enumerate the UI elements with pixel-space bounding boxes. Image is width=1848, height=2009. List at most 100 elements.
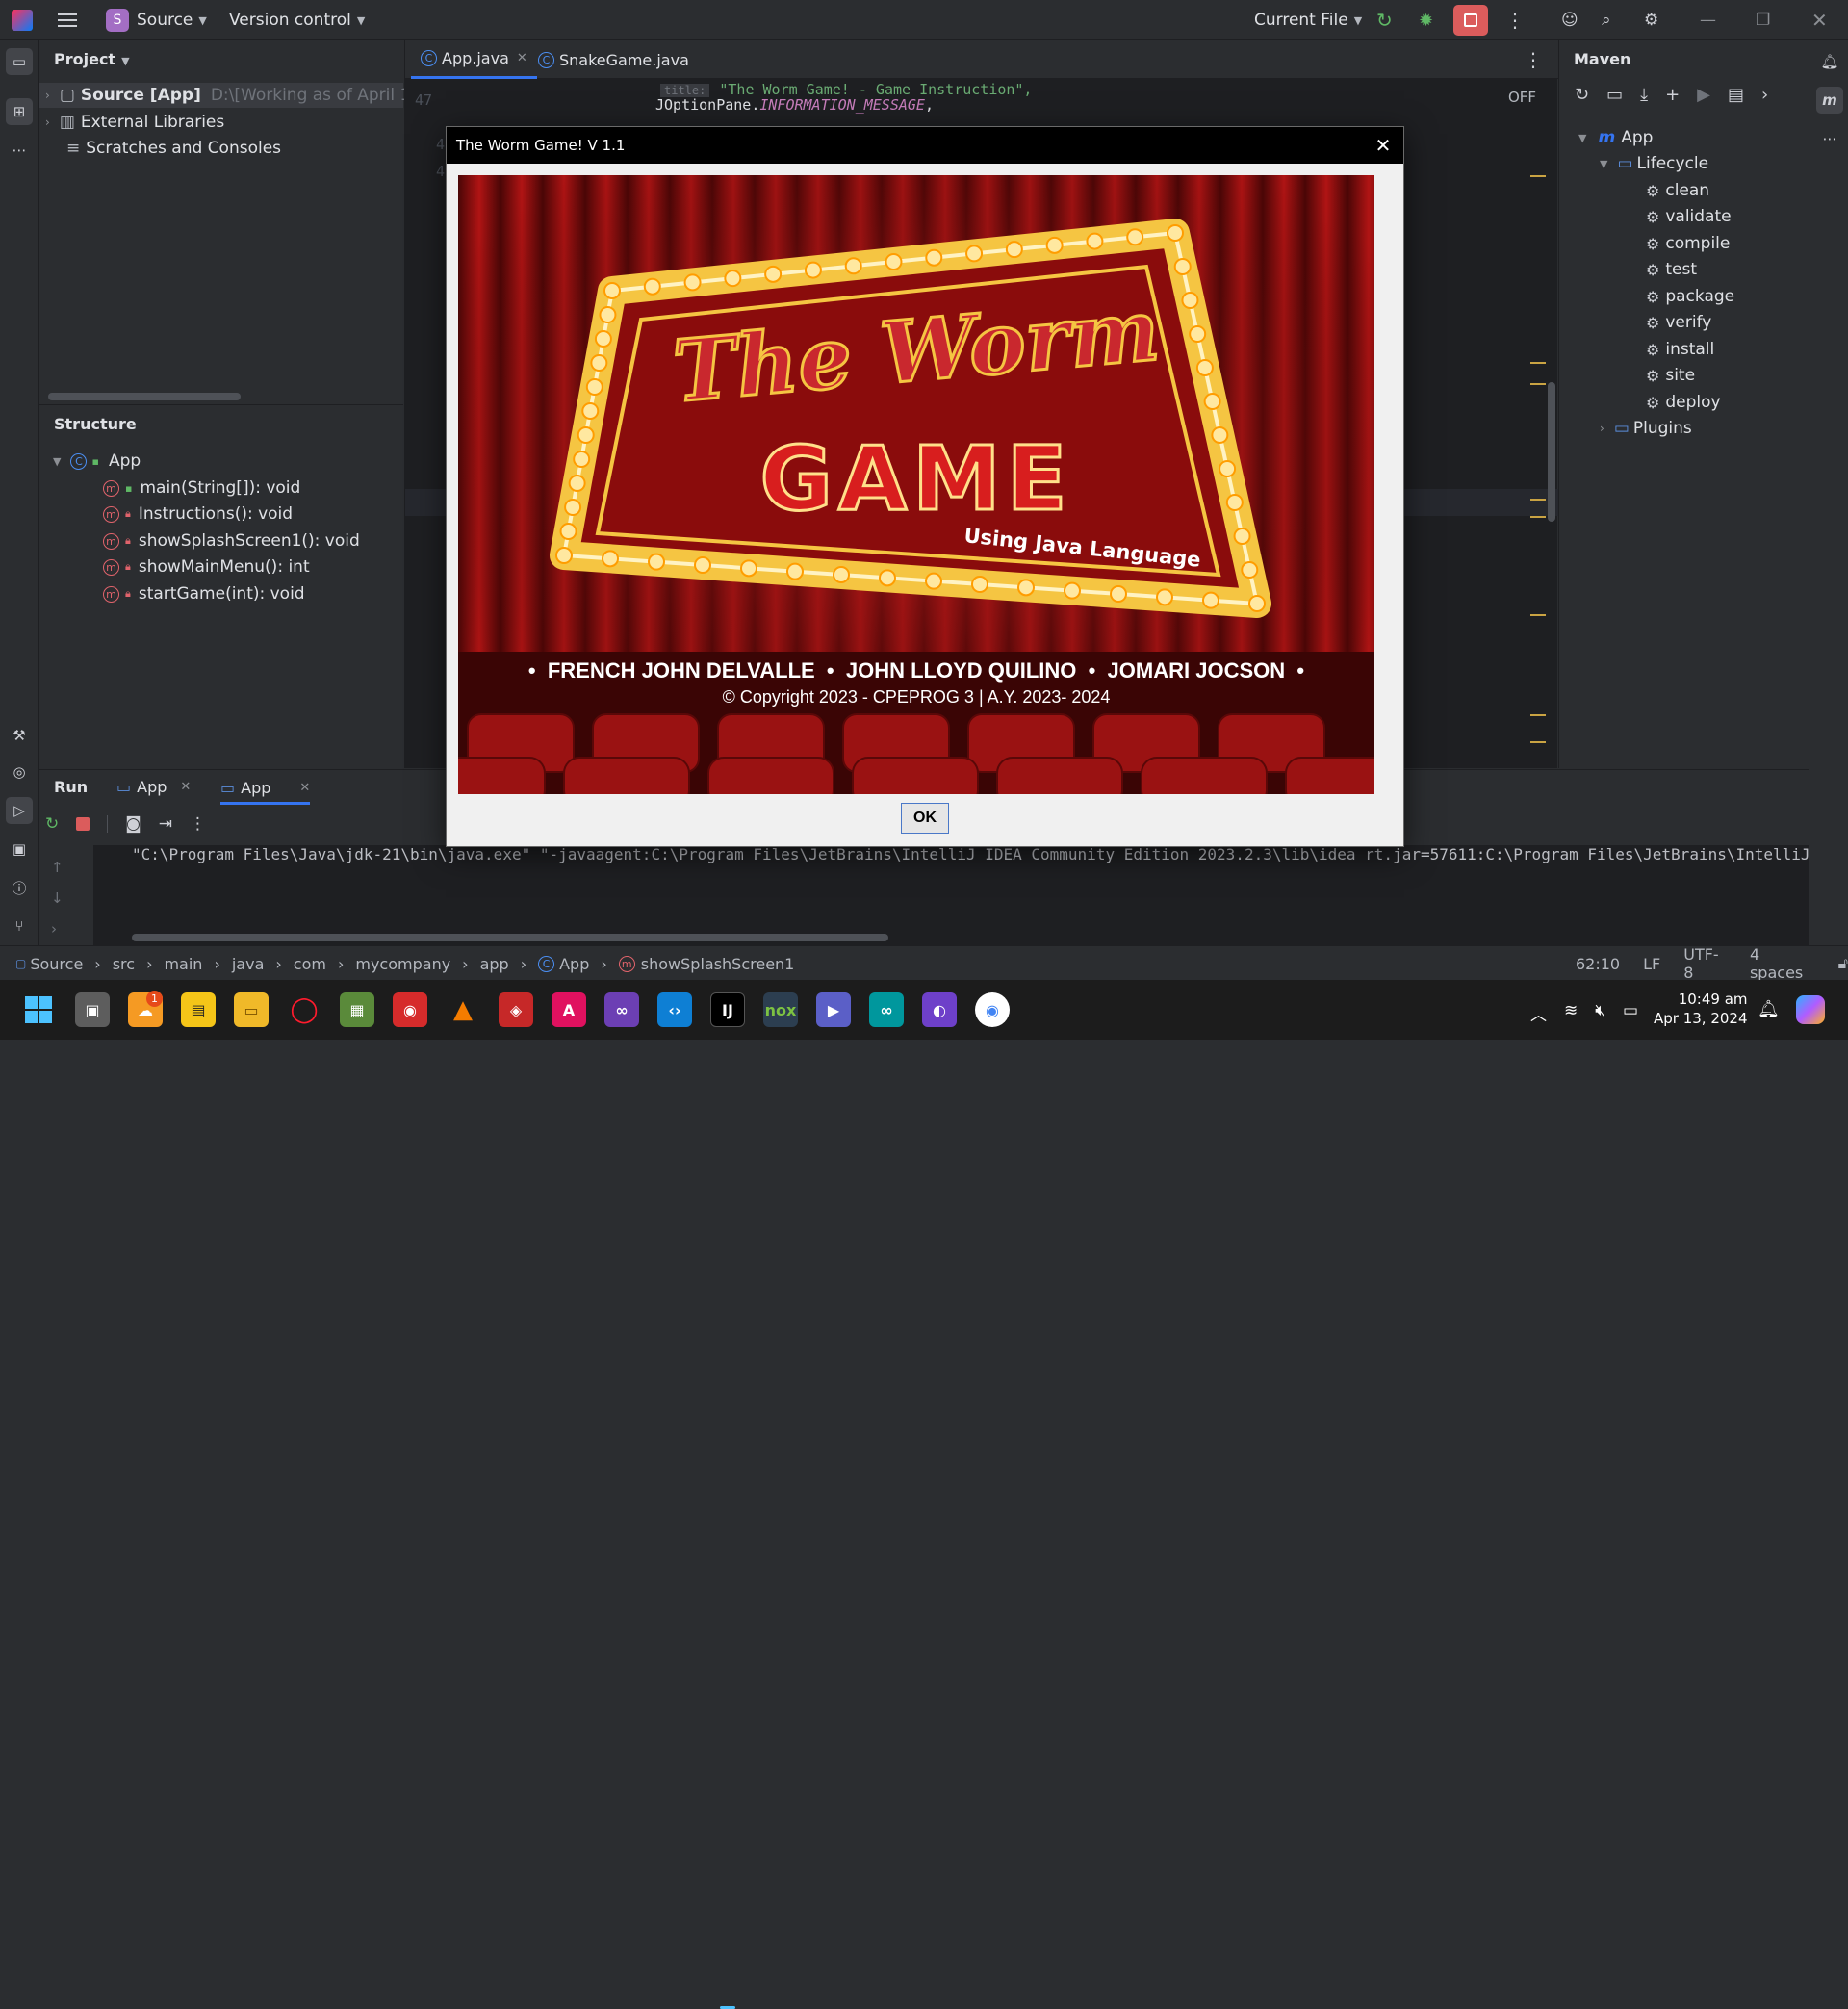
- breadcrumb-item[interactable]: main: [164, 955, 202, 973]
- structure-tool-icon[interactable]: ⊞: [6, 98, 33, 125]
- chevron-right-icon[interactable]: ›: [1761, 85, 1768, 105]
- structure-method[interactable]: m 🔒︎ startGame(int): void: [103, 581, 305, 606]
- stop-button[interactable]: [1453, 0, 1488, 40]
- more-tools-icon[interactable]: ⋯: [1816, 125, 1843, 152]
- maven-goal[interactable]: ⚙ package: [1646, 284, 1734, 309]
- app-icon[interactable]: ▶: [816, 992, 851, 1027]
- console-output[interactable]: "C:\Program Files\Java\jdk-21\bin\java.e…: [93, 845, 1809, 946]
- build-tool-icon[interactable]: ⚒: [6, 722, 33, 749]
- line-separator[interactable]: LF: [1643, 955, 1660, 973]
- vcs-menu[interactable]: Version control ▼: [229, 0, 365, 40]
- sticky-notes-icon[interactable]: ▤: [181, 992, 216, 1027]
- rerun-icon[interactable]: ↻: [45, 814, 59, 834]
- more-actions-icon[interactable]: ⋮: [190, 814, 206, 834]
- rerun-icon[interactable]: ↻: [1376, 0, 1393, 40]
- structure-method[interactable]: m 🔒︎ showMainMenu(): int: [103, 554, 310, 580]
- tree-item-scratches[interactable]: ≡ Scratches and Consoles: [39, 136, 281, 161]
- warning-marker[interactable]: [1530, 499, 1546, 501]
- maven-goal[interactable]: ⚙ verify: [1646, 310, 1711, 335]
- restore-icon[interactable]: ❐: [1756, 0, 1770, 40]
- app-icon[interactable]: ◉: [393, 992, 427, 1027]
- project-pane-title[interactable]: Project ▼: [54, 50, 130, 68]
- chrome-icon[interactable]: ◉: [975, 992, 1010, 1027]
- vertical-scrollbar[interactable]: [1548, 382, 1555, 522]
- maven-goal[interactable]: ⚙ compile: [1646, 231, 1730, 256]
- breadcrumb-item[interactable]: src: [113, 955, 135, 973]
- git-tool-icon[interactable]: ⑂: [6, 913, 33, 940]
- indent-setting[interactable]: 4 spaces: [1750, 945, 1815, 982]
- clock[interactable]: 10:49 am Apr 13, 2024: [1654, 990, 1748, 1028]
- visual-studio-icon[interactable]: ∞: [604, 992, 639, 1027]
- warning-marker[interactable]: [1530, 741, 1546, 743]
- search-icon[interactable]: ⌕: [1602, 0, 1611, 40]
- start-icon[interactable]: [21, 992, 56, 1027]
- opera-icon[interactable]: ◯: [287, 992, 321, 1027]
- copilot-icon[interactable]: [1796, 995, 1825, 1024]
- download-icon[interactable]: ⤓: [1640, 85, 1648, 105]
- tree-item-source[interactable]: › ▢ Source [App] D:\[Working as of April…: [39, 83, 426, 108]
- camera-icon[interactable]: ◙: [125, 814, 141, 834]
- sketchup-icon[interactable]: ◈: [499, 992, 533, 1027]
- code-line[interactable]: JOptionPane.INFORMATION_MESSAGE,: [655, 96, 934, 114]
- chevron-up-icon[interactable]: ︿: [1530, 1001, 1547, 1025]
- warning-marker[interactable]: [1530, 362, 1546, 364]
- horizontal-scrollbar[interactable]: [132, 934, 888, 941]
- warning-marker[interactable]: [1530, 383, 1546, 385]
- close-window-icon[interactable]: ✕: [1811, 0, 1828, 40]
- maven-tool-icon[interactable]: m: [1816, 87, 1843, 114]
- horizontal-scrollbar[interactable]: [48, 393, 241, 400]
- warning-marker[interactable]: [1530, 614, 1546, 616]
- maven-plugins[interactable]: › ▭ Plugins: [1600, 416, 1692, 441]
- minimize-icon[interactable]: —: [1700, 0, 1716, 40]
- tab-snakegame-java[interactable]: C SnakeGame.java: [528, 40, 699, 79]
- file-explorer-icon[interactable]: ▭: [234, 992, 269, 1027]
- breadcrumb-item[interactable]: app: [480, 955, 509, 973]
- breadcrumb-item[interactable]: App: [559, 955, 589, 973]
- arduino-icon[interactable]: ∞: [869, 992, 904, 1027]
- file-encoding[interactable]: UTF-8: [1683, 945, 1727, 982]
- tab-options-icon[interactable]: ⋮: [1524, 48, 1543, 71]
- run-config-selector[interactable]: Current File ▼: [1254, 0, 1362, 40]
- reader-mode-toggle[interactable]: OFF: [1508, 89, 1536, 106]
- breadcrumb-item[interactable]: mycompany: [355, 955, 450, 973]
- vscode-icon[interactable]: ‹›: [657, 992, 692, 1027]
- warning-marker[interactable]: [1530, 714, 1546, 716]
- add-user-icon[interactable]: ☺: [1561, 0, 1578, 40]
- project-tool-icon[interactable]: ▭: [6, 48, 33, 75]
- close-tab-icon[interactable]: ✕: [299, 781, 310, 795]
- project-switcher[interactable]: S Source ▼: [106, 0, 207, 40]
- more-tools-icon[interactable]: ⋯: [6, 137, 33, 164]
- vlc-icon[interactable]: ▲: [446, 992, 480, 1027]
- notification-bell-icon[interactable]: 🔔︎: [1758, 999, 1780, 1019]
- maven-lifecycle[interactable]: ▼ ▭ Lifecycle: [1600, 151, 1708, 176]
- nox-icon[interactable]: nox: [763, 992, 798, 1027]
- maven-project-app[interactable]: ▼ m App: [1578, 125, 1653, 150]
- app-logo[interactable]: [12, 0, 33, 40]
- settings-gear-icon[interactable]: ⚙: [1644, 0, 1658, 40]
- services-tool-icon[interactable]: ◎: [6, 759, 33, 786]
- structure-method[interactable]: m 🔒︎ Instructions(): void: [103, 502, 293, 527]
- maven-goal[interactable]: ⚙ validate: [1646, 204, 1732, 229]
- run-icon[interactable]: ▶: [1697, 85, 1710, 105]
- battery-icon[interactable]: ▭: [1623, 1001, 1638, 1025]
- chevron-right-icon[interactable]: ›: [51, 920, 64, 938]
- structure-method[interactable]: m ▪ main(String[]): void: [103, 476, 300, 501]
- more-actions-icon[interactable]: ⋮: [1505, 0, 1525, 40]
- breadcrumb-item[interactable]: com: [294, 955, 326, 973]
- main-menu-icon[interactable]: [58, 0, 77, 40]
- reload-icon[interactable]: ↻: [1575, 85, 1589, 105]
- debug-icon[interactable]: ✹: [1419, 0, 1433, 40]
- maven-goal[interactable]: ⚙ deploy: [1646, 390, 1721, 415]
- breadcrumb-item[interactable]: java: [232, 955, 265, 973]
- autocad-icon[interactable]: A: [552, 992, 586, 1027]
- close-tab-icon[interactable]: ✕: [180, 780, 191, 794]
- wifi-icon[interactable]: ≋: [1564, 1001, 1578, 1025]
- warning-marker[interactable]: [1530, 516, 1546, 518]
- maven-goal[interactable]: ⚙ clean: [1646, 178, 1709, 203]
- arrow-up-icon[interactable]: ↑: [51, 859, 64, 876]
- task-view-icon[interactable]: ▣: [75, 992, 110, 1027]
- tree-item-external-libraries[interactable]: › ▥ External Libraries: [39, 110, 224, 135]
- add-project-icon[interactable]: ▭: [1606, 85, 1623, 105]
- lock-open-icon[interactable]: 🔓︎: [1838, 954, 1848, 973]
- caret-position[interactable]: 62:10: [1576, 955, 1620, 973]
